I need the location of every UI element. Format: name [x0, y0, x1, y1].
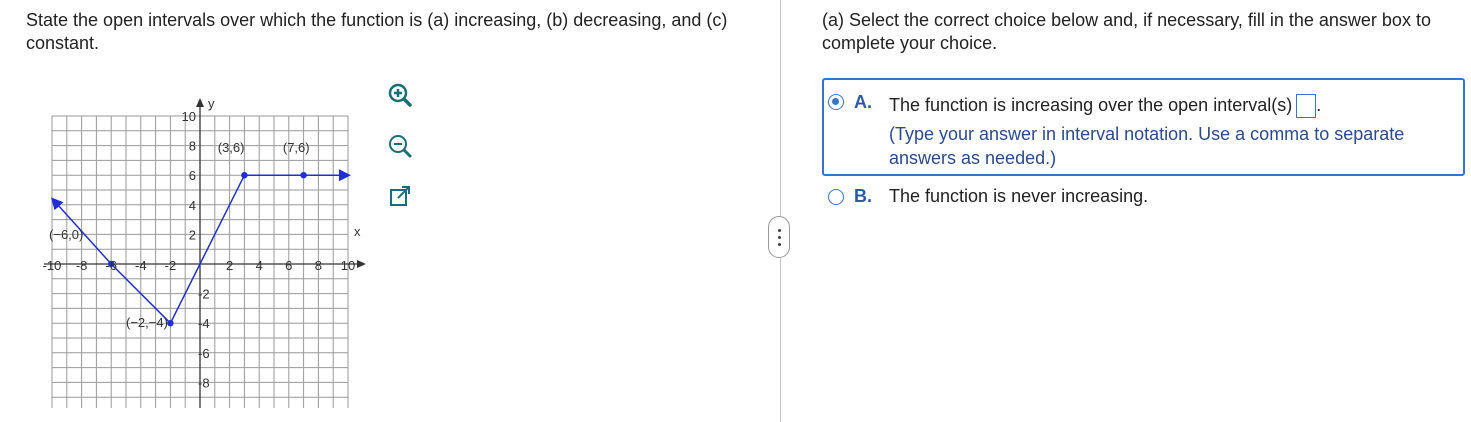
point-label: (−6,0) — [49, 227, 83, 242]
x-tick-label: 8 — [315, 258, 322, 273]
splitter-dot — [778, 229, 781, 232]
zoom-out-icon[interactable] — [387, 133, 413, 159]
hint-line-2: answers as needed.) — [889, 148, 1057, 168]
x-tick-label: -8 — [76, 258, 88, 273]
choice-b-letter: B. — [854, 186, 872, 206]
x-tick-label: -4 — [135, 258, 147, 273]
y-tick-label: -8 — [198, 375, 210, 390]
choice-a-period: . — [1316, 94, 1322, 115]
question-text: State the open intervals over which the … — [26, 10, 728, 53]
y-tick-label: 2 — [189, 227, 196, 242]
part-a-instruction: (a) Select the correct choice below and,… — [822, 10, 1431, 53]
x-axis-label: x — [354, 224, 361, 239]
y-tick-label: 8 — [189, 139, 196, 154]
interval-answer-box[interactable] — [1296, 94, 1317, 118]
x-tick-label: 6 — [285, 258, 292, 273]
x-tick-label: -10 — [43, 258, 62, 273]
choice-a-radio[interactable] — [828, 94, 844, 110]
choice-a-hint: (Type your answer in interval notation. … — [889, 122, 1404, 170]
point-labels: (−6,0) (−2,−4) (3,6) (7,6) — [49, 140, 310, 330]
y-tick-label: 6 — [189, 168, 196, 183]
y-tick-label: 4 — [189, 198, 196, 213]
x-axis-arrow — [357, 260, 366, 268]
x-tick-label: -6 — [105, 258, 117, 273]
x-tick-label: 2 — [226, 258, 233, 273]
x-tick-label: -2 — [165, 258, 177, 273]
function-point — [300, 172, 307, 179]
function-point — [167, 320, 174, 327]
right-pane: (a) Select the correct choice below and,… — [782, 0, 1471, 422]
y-tick-label: -4 — [198, 316, 210, 331]
y-tick-label: -2 — [198, 287, 210, 302]
choice-b-text: The function is never increasing. — [889, 186, 1149, 206]
choice-a-label: The function is increasing over the open… — [889, 94, 1293, 115]
splitter-dot — [778, 236, 781, 239]
function-point — [241, 172, 248, 179]
y-tick-label: -6 — [198, 346, 210, 361]
splitter-dot — [778, 243, 781, 246]
x-tick-label: 10 — [341, 258, 355, 273]
y-tick-label: -10 — [198, 405, 217, 408]
choice-a-text: The function is increasing over the open… — [889, 94, 1321, 118]
zoom-in-icon[interactable] — [387, 82, 413, 108]
hint-line-1: (Type your answer in interval notation. … — [889, 124, 1405, 144]
choice-b-option[interactable]: B. The function is never increasing. — [822, 180, 1422, 214]
left-pane: State the open intervals over which the … — [0, 0, 781, 422]
choice-b-radio[interactable] — [828, 189, 844, 205]
y-axis-arrow — [196, 98, 204, 107]
choice-a-option[interactable]: A. The function is increasing over the o… — [822, 78, 1465, 176]
choice-a-letter: A. — [854, 92, 872, 112]
point-label: (7,6) — [283, 140, 310, 155]
x-tick-label: 4 — [256, 258, 263, 273]
y-axis-label: y — [208, 96, 215, 111]
graph-axes: xy — [44, 96, 366, 408]
popout-icon[interactable] — [387, 184, 413, 210]
function-graph: xy -10-8-6-4-2246810108642-2-4-6-8-10 (−… — [43, 96, 366, 408]
point-label: (−2,−4) — [126, 315, 168, 330]
y-tick-label: 10 — [182, 109, 196, 124]
point-label: (3,6) — [218, 140, 245, 155]
